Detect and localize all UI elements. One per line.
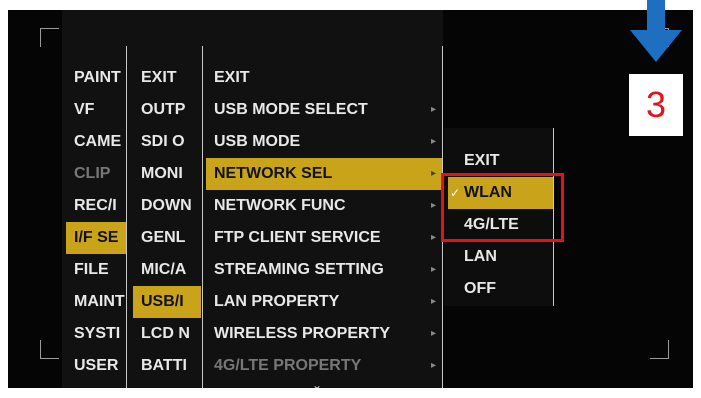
network-menu-item-network-sel[interactable]: NETWORK SEL ▸ [206,158,442,190]
main-menu-item-if-setup[interactable]: I/F SE [66,222,128,254]
submenu-item-lcd[interactable]: LCD N [133,318,201,350]
main-menu-item-user[interactable]: USER [66,350,128,382]
network-menu-item-usb-mode[interactable]: USB MODE ▸ [206,126,442,158]
item-label: NETWORK SEL [214,165,333,182]
item-label: USB MODE SELECT [214,101,368,118]
highlight-box [441,173,564,242]
down-arrow-icon [630,0,682,62]
corner-bracket-top-left [40,28,59,47]
network-menu-item-usb-mode-select[interactable]: USB MODE SELECT ▸ [206,94,442,126]
submenu-arrow-icon: ▸ [430,264,436,275]
submenu-arrow-icon: ▸ [430,360,436,371]
submenu-arrow-icon: ▸ [430,296,436,307]
submenu-arrow-icon: ▸ [430,168,436,179]
submenu-arrow-icon: ▸ [430,136,436,147]
option-lan[interactable]: LAN [448,241,554,273]
main-menu-item-rec[interactable]: REC/I [66,190,128,222]
main-menu-item-clip[interactable]: CLIP [66,158,128,190]
main-menu-item-camera[interactable]: CAME [66,126,128,158]
main-menu-item-vf[interactable]: VF [66,94,128,126]
network-menu-item-exit[interactable]: EXIT [206,62,442,94]
main-menu-item-paint[interactable]: PAINT [66,62,128,94]
submenu-item-down-convert[interactable]: DOWN [133,190,201,222]
main-menu-item-maintenance[interactable]: MAINT [66,286,128,318]
network-menu-item-ftp-client-service[interactable]: FTP CLIENT SERVICE ▸ [206,222,442,254]
item-label: FTP CLIENT SERVICE [214,229,381,246]
main-menu-item-file[interactable]: FILE [66,254,128,286]
submenu-item-mic-audio[interactable]: MIC/A [133,254,201,286]
submenu-item-usb[interactable]: USB/I [133,286,201,318]
network-menu-item-4g-lte-property[interactable]: 4G/LTE PROPERTY ▸ [206,350,442,382]
submenu-arrow-icon: ▸ [430,200,436,211]
submenu-item-monitor[interactable]: MONI [133,158,201,190]
network-menu: EXIT USB MODE SELECT ▸ USB MODE ▸ NETWORK … [206,62,442,382]
network-menu-item-network-func[interactable]: NETWORK FUNC ▸ [206,190,442,222]
corner-bracket-bottom-right [650,340,669,359]
option-off[interactable]: OFF [448,273,554,305]
submenu-item-output[interactable]: OUTP [133,94,201,126]
main-menu: PAINT VF CAME CLIP REC/I I/F SE FILE MAI… [66,62,128,382]
corner-bracket-bottom-left [40,340,59,359]
camera-viewfinder-screen: PAINT VF CAME CLIP REC/I I/F SE FILE MAI… [8,10,693,388]
submenu-arrow-icon: ▸ [430,104,436,115]
network-menu-item-lan-property[interactable]: LAN PROPERTY ▸ [206,286,442,318]
main-menu-item-system[interactable]: SYSTI [66,318,128,350]
item-label: LAN PROPERTY [214,293,340,310]
item-label: 4G/LTE PROPERTY [214,357,362,374]
step-number-badge: 3 [629,74,683,136]
item-label: WIRELESS PROPERTY [214,325,391,342]
item-label: NETWORK FUNC [214,197,346,214]
submenu-arrow-icon: ▸ [430,328,436,339]
item-label: STREAMING SETTING [214,261,384,278]
scroll-down-icon[interactable]: ⌄ [312,378,322,388]
item-label: USB MODE [214,133,301,150]
item-label: EXIT [214,69,250,86]
submenu: EXIT OUTP SDI O MONI DOWN GENL MIC/A USB… [133,62,201,382]
network-menu-item-streaming-setting[interactable]: STREAMING SETTING ▸ [206,254,442,286]
submenu-item-exit[interactable]: EXIT [133,62,201,94]
submenu-item-sdi-out[interactable]: SDI O [133,126,201,158]
submenu-arrow-icon: ▸ [430,232,436,243]
network-menu-item-wireless-property[interactable]: WIRELESS PROPERTY ▸ [206,318,442,350]
submenu-item-genlock[interactable]: GENL [133,222,201,254]
submenu-item-battery[interactable]: BATTI [133,350,201,382]
